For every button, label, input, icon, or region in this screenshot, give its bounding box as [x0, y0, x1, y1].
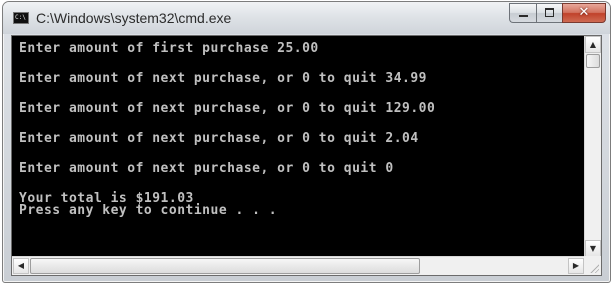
arrow-up-icon: ▲ — [589, 40, 597, 49]
console-window: C:\ C:\Windows\system32\cmd.exe ✕ Enter … — [2, 1, 611, 283]
maximize-icon — [545, 8, 554, 17]
console-line: Press any key to continue . . . — [19, 203, 278, 218]
scroll-left-button[interactable]: ◀ — [13, 258, 29, 274]
console-app-icon[interactable]: C:\ — [13, 12, 29, 24]
console-line: Enter amount of next purchase, or 0 to q… — [19, 71, 428, 86]
scroll-right-button[interactable]: ▶ — [568, 258, 584, 274]
arrow-right-icon: ▶ — [572, 261, 580, 270]
console-output[interactable]: Enter amount of first purchase 25.00 Ente… — [12, 36, 584, 256]
resize-grip[interactable] — [584, 256, 601, 275]
title-bar[interactable]: C:\ C:\Windows\system32\cmd.exe ✕ — [3, 2, 610, 34]
console-line: Enter amount of first purchase 25.00 — [19, 41, 319, 56]
vertical-scrollbar[interactable]: ▲ ▼ — [584, 36, 601, 257]
scroll-down-button[interactable]: ▼ — [585, 240, 601, 257]
arrow-down-icon: ▼ — [589, 244, 597, 253]
close-icon: ✕ — [578, 5, 590, 20]
horizontal-scroll-thumb[interactable] — [30, 258, 420, 274]
window-title: C:\Windows\system32\cmd.exe — [36, 10, 232, 26]
close-button[interactable]: ✕ — [562, 3, 606, 23]
caption-buttons: ✕ — [509, 3, 606, 23]
arrow-left-icon: ◀ — [17, 261, 25, 270]
vertical-scroll-thumb[interactable] — [586, 54, 600, 68]
console-line: Enter amount of next purchase, or 0 to q… — [19, 131, 419, 146]
console-line: Enter amount of next purchase, or 0 to q… — [19, 101, 436, 116]
minimize-button[interactable] — [509, 3, 536, 23]
horizontal-scrollbar[interactable]: ◀ ▶ — [12, 256, 585, 275]
console-client-area[interactable]: Enter amount of first purchase 25.00 Ente… — [11, 35, 602, 276]
console-line: Enter amount of next purchase, or 0 to q… — [19, 161, 394, 176]
scroll-up-button[interactable]: ▲ — [585, 36, 601, 53]
maximize-button[interactable] — [536, 3, 562, 23]
minimize-icon — [519, 15, 528, 17]
